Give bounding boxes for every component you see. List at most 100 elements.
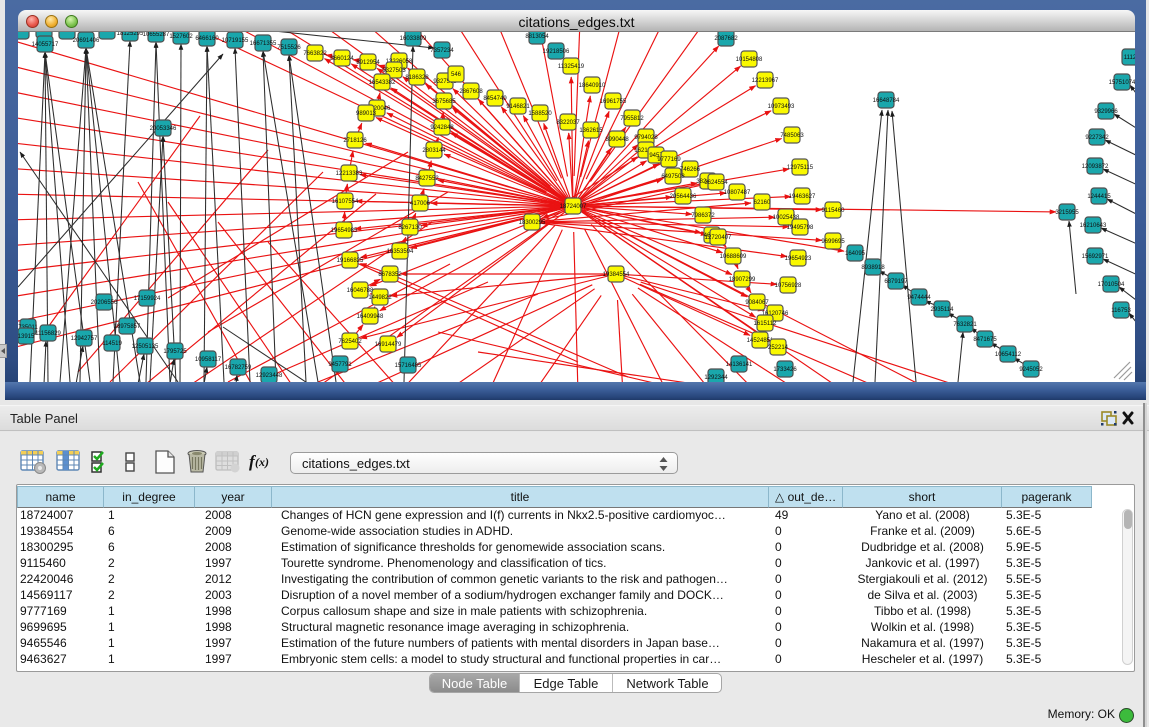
svg-text:8938918: 8938918 bbox=[861, 265, 885, 271]
svg-text:116753: 116753 bbox=[1111, 308, 1131, 314]
svg-text:114519: 114519 bbox=[102, 341, 122, 347]
svg-text:8322037: 8322037 bbox=[556, 120, 580, 126]
svg-text:12720407: 12720407 bbox=[705, 235, 732, 241]
svg-text:6466160: 6466160 bbox=[195, 36, 219, 42]
svg-text:16648784: 16648784 bbox=[873, 98, 900, 104]
svg-text:12093872: 12093872 bbox=[1082, 164, 1109, 170]
svg-text:9245052: 9245052 bbox=[1019, 367, 1043, 373]
svg-text:16543382: 16543382 bbox=[369, 80, 396, 86]
svg-text:11325419: 11325419 bbox=[558, 64, 585, 70]
svg-text:6497508: 6497508 bbox=[661, 174, 685, 180]
svg-text:1292344: 1292344 bbox=[704, 375, 728, 381]
svg-text:7485063: 7485063 bbox=[780, 133, 804, 139]
svg-text:417006: 417006 bbox=[410, 201, 431, 207]
svg-text:12213967: 12213967 bbox=[752, 78, 779, 84]
svg-text:9146821: 9146821 bbox=[506, 104, 530, 110]
svg-text:10688609: 10688609 bbox=[720, 254, 747, 260]
svg-text:18300295: 18300295 bbox=[519, 220, 546, 226]
svg-text:12975115: 12975115 bbox=[787, 165, 814, 171]
svg-text:(x): (x) bbox=[255, 455, 269, 469]
svg-text:16353594: 16353594 bbox=[387, 249, 414, 255]
svg-text:2867608: 2867608 bbox=[459, 89, 483, 95]
svg-text:6879197: 6879197 bbox=[884, 279, 908, 285]
svg-text:10756928: 10756928 bbox=[775, 283, 802, 289]
svg-text:2718126: 2718126 bbox=[343, 138, 367, 144]
svg-text:7986372: 7986372 bbox=[691, 213, 715, 219]
svg-text:19384554: 19384554 bbox=[603, 272, 630, 278]
svg-text:20691406: 20691406 bbox=[73, 38, 100, 44]
svg-text:17010504: 17010504 bbox=[1098, 282, 1125, 288]
svg-text:12213383: 12213383 bbox=[336, 171, 363, 177]
svg-text:8427552: 8427552 bbox=[415, 176, 439, 182]
svg-text:10958117: 10958117 bbox=[195, 357, 222, 363]
svg-text:1588520: 1588520 bbox=[528, 111, 552, 117]
svg-text:8678352: 8678352 bbox=[378, 272, 402, 278]
svg-text:7357234: 7357234 bbox=[430, 48, 454, 54]
svg-text:14055717: 14055717 bbox=[32, 42, 59, 48]
svg-text:1449822: 1449822 bbox=[368, 295, 392, 301]
svg-text:16046788: 16046788 bbox=[347, 288, 374, 294]
svg-text:16107554: 16107554 bbox=[332, 199, 359, 205]
svg-text:7515526: 7515526 bbox=[277, 45, 301, 51]
svg-text:746266: 746266 bbox=[680, 167, 701, 173]
svg-text:989013: 989013 bbox=[356, 111, 377, 117]
svg-text:8267130: 8267130 bbox=[398, 225, 422, 231]
svg-text:7955812: 7955812 bbox=[620, 116, 644, 122]
svg-text:1112: 1112 bbox=[1124, 55, 1135, 61]
svg-text:16210643: 16210643 bbox=[1080, 223, 1107, 229]
svg-text:13915: 13915 bbox=[18, 334, 35, 340]
svg-text:9474444: 9474444 bbox=[907, 295, 931, 301]
svg-text:9329966: 9329966 bbox=[1094, 109, 1118, 115]
svg-text:1244415: 1244415 bbox=[1087, 194, 1111, 200]
svg-text:18724007: 18724007 bbox=[560, 204, 587, 210]
svg-text:9327503: 9327503 bbox=[382, 68, 406, 74]
svg-text:10719155: 10719155 bbox=[222, 38, 249, 44]
svg-text:10654112: 10654112 bbox=[995, 352, 1022, 358]
svg-text:3624554: 3624554 bbox=[704, 180, 728, 186]
svg-text:2803144: 2803144 bbox=[422, 148, 446, 154]
svg-text:11156829: 11156829 bbox=[35, 331, 61, 337]
svg-text:1795725: 1795725 bbox=[163, 349, 187, 355]
svg-text:1615112: 1615112 bbox=[754, 321, 778, 327]
svg-text:8660124: 8660124 bbox=[330, 56, 354, 62]
svg-text:17159924: 17159924 bbox=[134, 296, 161, 302]
svg-text:14136141: 14136141 bbox=[726, 362, 753, 368]
svg-text:8186328: 8186328 bbox=[405, 75, 429, 81]
svg-text:18975857: 18975857 bbox=[114, 324, 141, 330]
svg-text:16409948: 16409948 bbox=[357, 314, 384, 320]
svg-text:8912954: 8912954 bbox=[356, 60, 380, 66]
svg-text:1362615: 1362615 bbox=[579, 128, 603, 134]
svg-text:3675685: 3675685 bbox=[432, 99, 456, 105]
svg-text:2087682: 2087682 bbox=[714, 36, 738, 42]
svg-text:546: 546 bbox=[451, 72, 462, 78]
svg-text:8813054: 8813054 bbox=[525, 34, 549, 40]
svg-text:7663822: 7663822 bbox=[303, 51, 327, 57]
svg-text:16782759: 16782759 bbox=[225, 365, 252, 371]
svg-text:8471675: 8471675 bbox=[973, 337, 997, 343]
svg-text:9242848: 9242848 bbox=[430, 125, 454, 131]
svg-text:19166825: 19166825 bbox=[337, 258, 364, 264]
svg-text:62160: 62160 bbox=[754, 200, 771, 206]
svg-text:12923448: 12923448 bbox=[256, 373, 283, 379]
svg-text:19654923: 19654923 bbox=[785, 256, 812, 262]
svg-text:8990448: 8990448 bbox=[605, 137, 629, 143]
svg-text:1527602: 1527602 bbox=[169, 34, 193, 40]
svg-text:10807487: 10807487 bbox=[724, 190, 751, 196]
svg-text:18907299: 18907299 bbox=[729, 277, 756, 283]
svg-text:16671355: 16671355 bbox=[250, 41, 277, 47]
svg-text:15716485: 15716485 bbox=[395, 363, 422, 369]
svg-text:9699695: 9699695 bbox=[821, 239, 845, 245]
svg-text:1733426: 1733426 bbox=[773, 367, 797, 373]
svg-text:9457791: 9457791 bbox=[328, 362, 352, 368]
svg-text:7625402: 7625402 bbox=[338, 339, 362, 345]
svg-text:12942757: 12942757 bbox=[71, 336, 98, 342]
svg-text:16033809: 16033809 bbox=[400, 36, 427, 42]
svg-text:19495798: 19495798 bbox=[787, 225, 814, 231]
svg-text:8454749: 8454749 bbox=[483, 96, 507, 102]
svg-text:16961755: 16961755 bbox=[600, 99, 627, 105]
svg-text:19218506: 19218506 bbox=[543, 49, 570, 55]
svg-text:12505135: 12505135 bbox=[132, 344, 159, 350]
svg-text:20206556: 20206556 bbox=[91, 300, 118, 306]
svg-text:9777169: 9777169 bbox=[657, 157, 681, 163]
svg-text:19654985: 19654985 bbox=[331, 228, 358, 234]
